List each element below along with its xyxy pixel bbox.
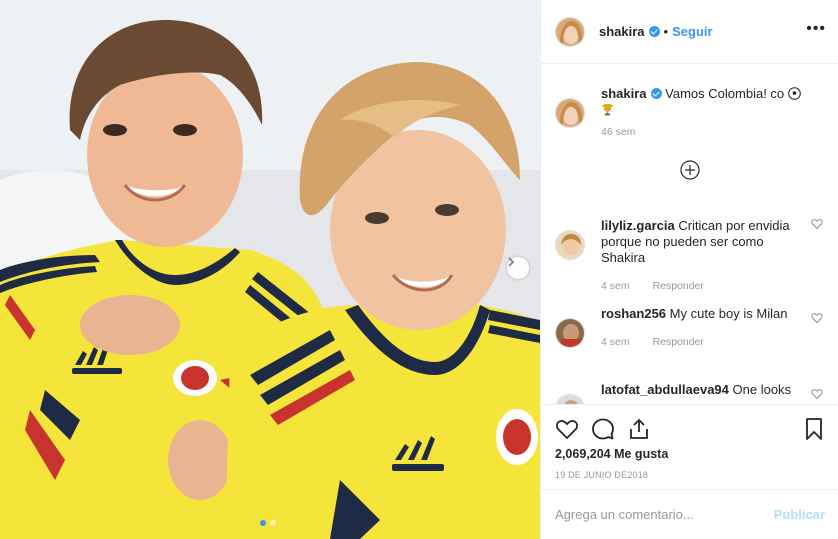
avatar[interactable] <box>555 318 585 348</box>
comment-icon[interactable] <box>591 417 615 441</box>
likes-number: 2,069,204 <box>555 447 611 461</box>
caption-username[interactable]: shakira <box>601 86 647 101</box>
share-icon[interactable] <box>627 417 651 441</box>
heart-icon[interactable] <box>811 218 823 230</box>
comment-body: roshan256 My cute boy is Milan 4 sem Res… <box>601 306 801 350</box>
avatar-image <box>556 395 584 404</box>
comment-text: One looks <box>732 382 792 397</box>
verified-icon <box>648 26 660 37</box>
add-comment-bar: Publicar <box>541 489 838 539</box>
carousel-indicator <box>260 520 276 526</box>
avatar-image <box>556 99 584 127</box>
avatar[interactable] <box>555 16 585 47</box>
comment-meta: 4 sem Responder <box>601 334 801 350</box>
bookmark-icon[interactable] <box>803 417 825 441</box>
comment-username[interactable]: roshan256 <box>601 306 666 321</box>
post-side-panel: shakira • Seguir ••• shakira Vamos Colom… <box>540 0 838 539</box>
verified-icon <box>650 88 662 99</box>
post-dialog: shakira • Seguir ••• shakira Vamos Colom… <box>0 0 838 539</box>
likes-label: Me gusta <box>614 447 669 461</box>
photo-illustration <box>0 0 540 539</box>
post-photo[interactable] <box>0 0 540 539</box>
comment-text: My cute boy is Milan <box>669 306 788 321</box>
trophy-icon <box>602 104 613 116</box>
add-circle-icon[interactable] <box>680 160 700 180</box>
more-icon[interactable]: ••• <box>806 21 826 37</box>
avatar-image <box>556 319 584 347</box>
post-date: 19 DE JUNIO DE2018 <box>555 470 649 480</box>
post-header: shakira • Seguir ••• <box>541 0 838 64</box>
reply-button[interactable]: Responder <box>653 280 704 292</box>
avatar[interactable] <box>555 394 585 404</box>
carousel-dot-active <box>260 520 266 526</box>
comment-username[interactable]: lilyliz.garcia <box>601 218 675 233</box>
header-username[interactable]: shakira <box>599 24 645 39</box>
next-photo-button[interactable] <box>507 257 529 279</box>
comment-body: latofat_abdullaeva94 One looks <box>601 382 801 398</box>
carousel-dot <box>270 520 276 526</box>
follow-button[interactable]: Seguir <box>672 24 712 39</box>
soccer-ball-icon <box>787 87 801 100</box>
post-actions: 2,069,204 Me gusta 19 DE JUNIO DE2018 <box>541 404 838 480</box>
comment-username[interactable]: latofat_abdullaeva94 <box>601 382 729 397</box>
comment-time[interactable]: 4 sem <box>601 336 630 348</box>
caption-time[interactable]: 46 sem <box>601 126 635 138</box>
avatar-image <box>556 231 584 259</box>
avatar[interactable] <box>555 230 585 260</box>
caption-text: Vamos Colombia! co <box>665 86 785 101</box>
separator-dot: • <box>663 24 669 39</box>
comment-time[interactable]: 4 sem <box>601 280 630 292</box>
avatar-image <box>556 17 584 46</box>
comment-meta: 4 sem Responder <box>601 278 801 294</box>
reply-button[interactable]: Responder <box>653 336 704 348</box>
comment-body: lilyliz.garcia Critican por envidia porq… <box>601 218 801 294</box>
post-comment-button[interactable]: Publicar <box>774 507 825 522</box>
avatar[interactable] <box>555 98 585 128</box>
comment-input[interactable] <box>555 507 774 522</box>
action-bar <box>555 405 825 453</box>
heart-icon[interactable] <box>811 388 823 400</box>
likes-count[interactable]: 2,069,204 Me gusta <box>555 447 825 461</box>
chevron-right-icon <box>508 257 515 267</box>
caption-meta: 46 sem <box>601 124 801 140</box>
caption-body: shakira Vamos Colombia! co 46 sem <box>601 86 801 140</box>
heart-icon[interactable] <box>811 312 823 324</box>
comments-list[interactable]: shakira Vamos Colombia! co 46 sem lilyli… <box>541 64 838 404</box>
heart-icon[interactable] <box>555 417 579 441</box>
